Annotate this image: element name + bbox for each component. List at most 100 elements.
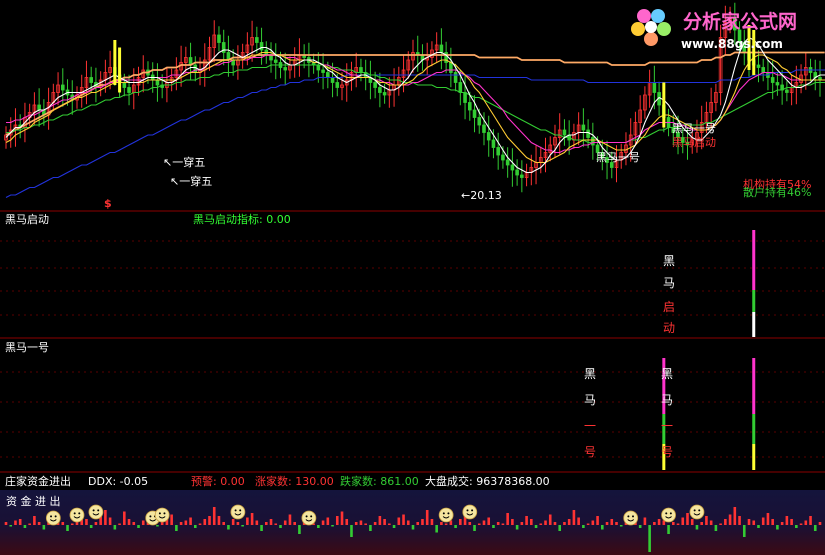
signal-char: 号 [661, 445, 673, 459]
money-bar [558, 525, 562, 531]
qidong-signal-bar [752, 230, 756, 337]
watermark-logo: 分析家公式网 www.88gs.com [631, 9, 797, 51]
money-bar [104, 510, 107, 525]
money-bar [709, 520, 713, 525]
money-bar [738, 516, 741, 525]
money-bar [321, 520, 325, 525]
money-bar [728, 514, 732, 525]
candle-body [756, 64, 761, 68]
money-bar [766, 513, 770, 525]
market-volume: 大盘成交: 96378368.00 [425, 474, 550, 488]
money-bar [653, 522, 656, 525]
money-bar [761, 517, 765, 525]
money-bar [501, 523, 505, 525]
candle-body [155, 79, 160, 86]
money-bar [539, 523, 543, 525]
money-bar [406, 520, 410, 525]
money-bar [515, 525, 519, 530]
down-count: 跌家数: 861.00 [340, 474, 419, 488]
yihao-signal-bars [662, 358, 756, 470]
annotation-low-price: ←20.13 [461, 189, 502, 202]
smiley-icon [45, 510, 61, 526]
candle-body [770, 77, 775, 83]
smiley-icon [661, 507, 676, 523]
money-bar [156, 525, 159, 527]
money-bar [18, 519, 22, 525]
panel-title: 黑马启动 [5, 213, 49, 226]
candle-body [382, 92, 387, 96]
smiley-eye [54, 515, 57, 518]
money-bar [700, 522, 703, 525]
money-bar [85, 519, 88, 525]
signal-char: 马 [661, 393, 673, 407]
candle-body [321, 69, 325, 73]
money-bar [799, 523, 803, 525]
annotation-yichuanwu-2: ↖一穿五 [170, 174, 212, 188]
money-bar [354, 522, 358, 525]
money-bar [335, 516, 339, 525]
money-bar [804, 520, 808, 525]
money-bar [596, 516, 599, 525]
money-bar [643, 517, 647, 525]
money-bar [459, 519, 462, 525]
money-bar [70, 523, 74, 525]
candle-body [273, 59, 278, 63]
money-bar [28, 523, 31, 525]
warning-value: 预警: 0.00 [191, 474, 245, 488]
money-bar [123, 511, 126, 525]
money-bar [283, 520, 287, 525]
smiley-icon [154, 507, 170, 523]
money-bar [733, 507, 737, 525]
money-bar [671, 522, 675, 525]
money-bar [742, 525, 746, 537]
money-bar [350, 525, 353, 537]
smiley-icon [623, 510, 639, 526]
signal-char: 黑 [663, 254, 675, 268]
annotation-heima-yihao-1: 黑马一号 [596, 151, 640, 164]
signal-char: 马 [584, 393, 596, 407]
money-bar [359, 520, 363, 525]
smiley-eye [163, 512, 166, 515]
money-bar [94, 522, 98, 525]
money-bar [274, 523, 278, 525]
money-bar [364, 523, 367, 525]
smiley-eye [92, 509, 95, 512]
money-bar [473, 525, 476, 531]
qidong-bar-segment [752, 268, 756, 290]
signal-char: 号 [584, 445, 596, 459]
money-bar [345, 519, 349, 525]
money-bar [813, 525, 817, 531]
money-bar [638, 525, 642, 528]
money-bar [572, 510, 576, 525]
money-bar [378, 516, 382, 525]
money-bar [118, 523, 121, 525]
candle-body [486, 132, 491, 141]
money-bar [771, 519, 774, 525]
money-bar [425, 510, 429, 525]
money-bar [610, 519, 614, 525]
candle-body [259, 42, 264, 51]
money-bar [487, 517, 491, 525]
annotation-yichuanwu-1: ↖一穿五 [163, 155, 205, 169]
smiley-icon [230, 504, 246, 520]
money-bar [288, 514, 292, 525]
candle-body [89, 77, 93, 83]
annotation-heima-yihao-2: 黑马一号 [672, 122, 716, 135]
money-bar [217, 516, 221, 525]
signal-bar [662, 82, 666, 128]
smiley-eye [97, 509, 100, 512]
up-count: 涨家数: 130.00 [255, 474, 334, 488]
money-bar [780, 522, 784, 525]
candle-body [458, 82, 463, 93]
money-bar [795, 525, 798, 528]
site-url: www.88gs.com [681, 37, 783, 51]
smiley-eye [447, 512, 450, 515]
candle-body [37, 104, 41, 111]
candle-body [283, 67, 288, 71]
candle-body [330, 77, 335, 83]
money-bar [189, 517, 192, 525]
money-bar [132, 522, 136, 525]
candle-body [326, 72, 330, 78]
flower-icon [631, 9, 671, 46]
candle-body [217, 34, 221, 43]
